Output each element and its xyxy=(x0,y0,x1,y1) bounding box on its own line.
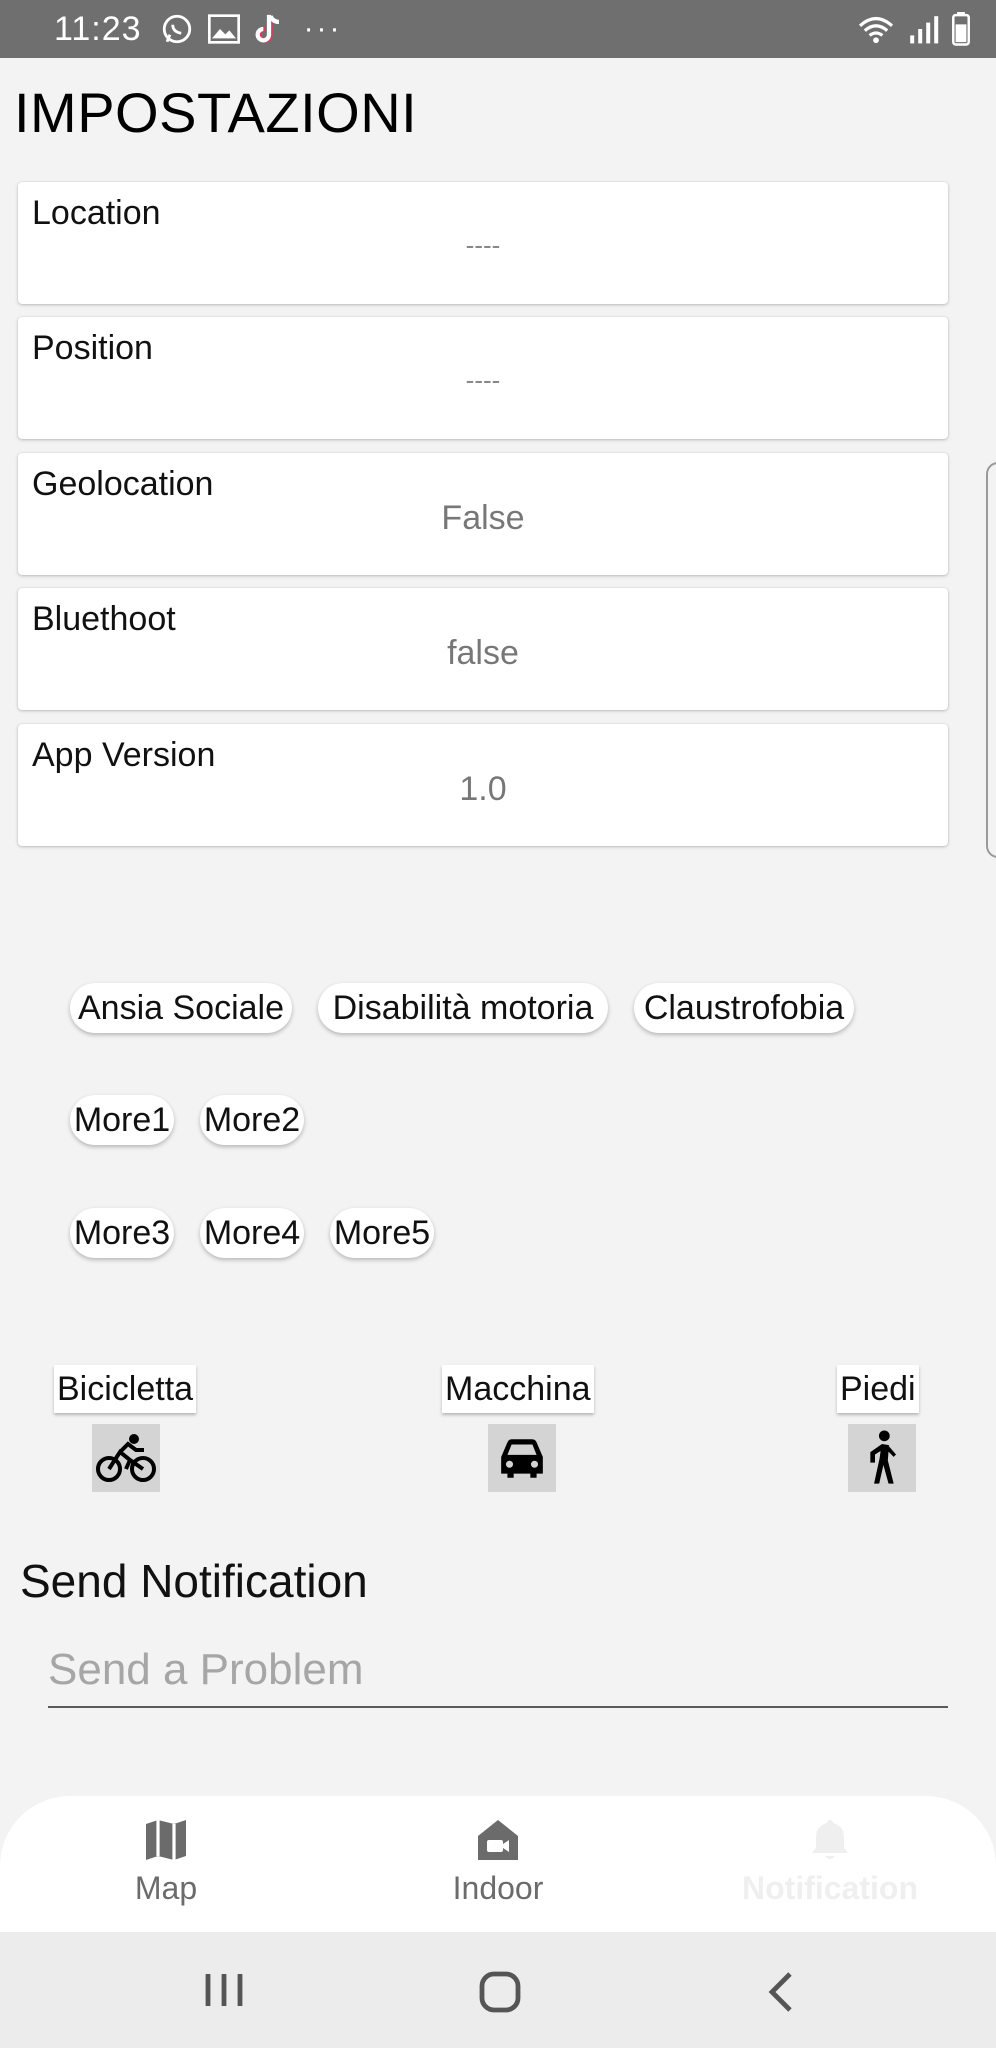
card-value: False xyxy=(441,499,525,537)
chip-more1[interactable]: More1 xyxy=(70,1095,174,1145)
system-nav-bar xyxy=(0,1932,996,2048)
bicycle-button[interactable] xyxy=(92,1424,160,1492)
geolocation-card: Geolocation False xyxy=(18,453,948,575)
back-icon xyxy=(768,1972,792,2012)
nav-label: Map xyxy=(134,1870,198,1906)
recent-apps-button[interactable] xyxy=(200,1970,248,2010)
problem-input[interactable] xyxy=(48,1640,948,1708)
indoor-icon xyxy=(478,1820,518,1860)
walking-label: Piedi xyxy=(837,1365,919,1413)
status-time: 11:23 xyxy=(54,9,142,48)
gallery-icon xyxy=(207,14,240,44)
page-title: IMPOSTAZIONI xyxy=(14,81,418,144)
send-notification-title: Send Notification xyxy=(20,1555,368,1607)
bluetooth-card: Bluethoot false xyxy=(18,588,948,710)
signal-icon xyxy=(910,16,939,44)
chip-disabilita-motoria[interactable]: Disabilità motoria xyxy=(318,983,608,1033)
card-value: ---- xyxy=(465,365,501,395)
chip-ansia-sociale[interactable]: Ansia Sociale xyxy=(70,983,292,1033)
chip-more5[interactable]: More5 xyxy=(330,1208,434,1258)
side-panel-handle[interactable] xyxy=(986,462,996,858)
nav-notification[interactable]: Notification xyxy=(730,1816,930,1926)
nav-label: Notification xyxy=(742,1870,918,1906)
card-value: 1.0 xyxy=(459,770,507,808)
status-notification-icons: ··· xyxy=(160,12,343,46)
card-label: Location xyxy=(32,194,161,232)
app-version-card: App Version 1.0 xyxy=(18,724,948,846)
position-card: Position ---- xyxy=(18,317,948,439)
chip-more3[interactable]: More3 xyxy=(70,1208,174,1258)
wifi-icon xyxy=(858,17,894,44)
battery-icon xyxy=(952,12,970,46)
card-label: Position xyxy=(32,329,153,367)
back-button[interactable] xyxy=(760,1970,804,2014)
nav-map[interactable]: Map xyxy=(66,1816,266,1926)
bicycle-label: Bicicletta xyxy=(54,1365,197,1413)
card-value: false xyxy=(447,634,519,672)
recent-apps-icon xyxy=(205,1974,243,2006)
chip-more2[interactable]: More2 xyxy=(200,1095,304,1145)
status-bar: 11:23 ··· xyxy=(0,0,996,58)
tiktok-icon xyxy=(255,14,279,43)
card-value: ---- xyxy=(465,230,501,260)
whatsapp-icon xyxy=(162,14,191,44)
car-button[interactable] xyxy=(488,1424,556,1492)
more-dots-icon: ··· xyxy=(303,12,343,45)
bottom-nav: Map Indoor Notification xyxy=(0,1796,996,1932)
status-system-icons xyxy=(856,12,972,46)
nav-label: Indoor xyxy=(452,1870,544,1906)
car-icon xyxy=(501,1439,543,1478)
bicycle-icon xyxy=(96,1434,156,1482)
chip-more4[interactable]: More4 xyxy=(200,1208,304,1258)
location-card: Location ---- xyxy=(18,182,948,304)
walking-icon xyxy=(870,1430,896,1484)
nav-indoor[interactable]: Indoor xyxy=(398,1816,598,1926)
walking-button[interactable] xyxy=(848,1424,916,1492)
map-icon xyxy=(146,1820,186,1860)
chip-claustrofobia[interactable]: Claustrofobia xyxy=(634,983,854,1033)
car-label: Macchina xyxy=(442,1365,594,1413)
home-icon xyxy=(479,1971,521,2013)
bell-icon xyxy=(812,1820,848,1859)
home-button[interactable] xyxy=(478,1970,522,2014)
